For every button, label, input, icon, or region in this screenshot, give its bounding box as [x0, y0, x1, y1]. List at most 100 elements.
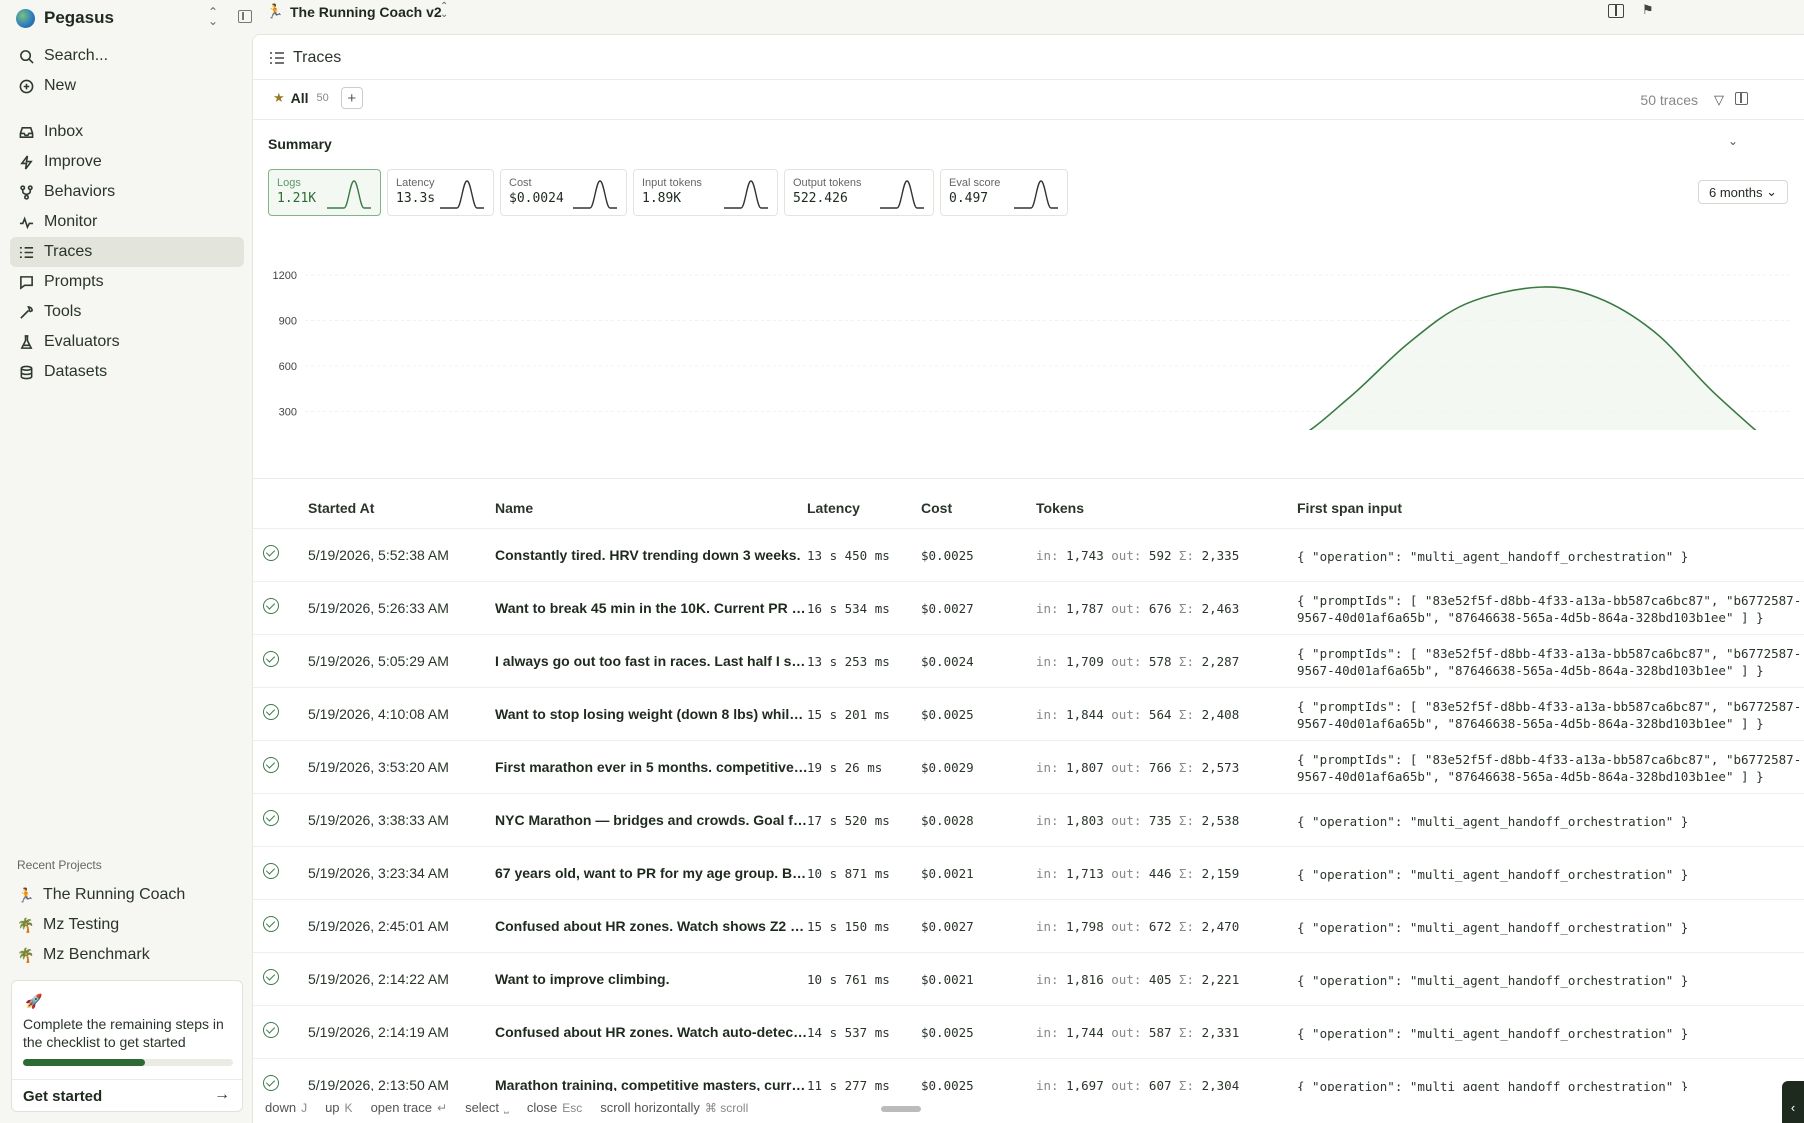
sidebar-item-label: Behaviors: [44, 183, 116, 200]
col-name[interactable]: Name: [495, 500, 533, 516]
tokens-sum: 2,159: [1201, 866, 1240, 881]
col-first-span-input[interactable]: First span input: [1297, 500, 1402, 516]
checklist-text: Complete the remaining steps in the chec…: [23, 1016, 224, 1050]
cell-tokens: in: 1,787 out: 676 Σ: 2,463: [1036, 601, 1240, 616]
filter-icon[interactable]: ▽: [1714, 92, 1724, 108]
status-check-icon: [263, 810, 279, 826]
cell-name: Confused about HR zones. Watch shows Z2 …: [495, 918, 809, 934]
panel-expand-button[interactable]: ‹: [1782, 1081, 1804, 1123]
cell-started-at: 5/19/2026, 2:14:22 AM: [308, 971, 449, 987]
recent-project-item[interactable]: 🏃 The Running Coach: [10, 881, 244, 909]
tokens-out: 405: [1148, 972, 1172, 987]
col-started-at[interactable]: Started At: [308, 500, 374, 516]
span-input-line: 9567-40d01af6a65b", "87646638-565a-4d5b-…: [1297, 716, 1764, 731]
sidebar-item-label: Inbox: [44, 123, 84, 140]
sidebar-item-label: Prompts: [44, 273, 104, 290]
cell-first-span-input: { "operation": "multi_agent_handoff_orch…: [1297, 813, 1804, 830]
inbox-icon: [18, 124, 34, 140]
sidebar-item-datasets[interactable]: Datasets: [10, 357, 244, 387]
sidebar-item-new[interactable]: New: [10, 71, 244, 101]
metric-card[interactable]: Cost $0.0024: [500, 169, 627, 216]
get-started-button[interactable]: Get started: [23, 1088, 102, 1105]
sidebar-item-improve[interactable]: Improve: [10, 147, 244, 177]
span-input-line: 9567-40d01af6a65b", "87646638-565a-4d5b-…: [1297, 610, 1764, 625]
metric-sparkline: [1014, 180, 1058, 209]
metric-card[interactable]: Latency 13.3s: [387, 169, 494, 216]
table-row[interactable]: 5/19/2026, 3:53:20 AM First marathon ever…: [253, 740, 1804, 793]
recent-project-item[interactable]: 🌴 Mz Testing: [10, 911, 244, 939]
chevron-updown-icon[interactable]: ⌃ ⌄: [206, 6, 220, 27]
sidebar-item-label: Datasets: [44, 363, 108, 380]
table-row[interactable]: 5/19/2026, 5:52:38 AM Constantly tired. H…: [253, 528, 1804, 581]
table-row[interactable]: 5/19/2026, 3:38:33 AM NYC Marathon — brid…: [253, 793, 1804, 846]
cell-cost: $0.0025: [921, 548, 974, 563]
checklist-progress: [23, 1059, 233, 1066]
table-row[interactable]: 5/19/2026, 5:05:29 AM I always go out too…: [253, 634, 1804, 687]
sidebar-item-inbox[interactable]: Inbox: [10, 117, 244, 147]
table-row[interactable]: 5/19/2026, 4:10:08 AM Want to stop losing…: [253, 687, 1804, 740]
pulse-icon: [18, 214, 34, 230]
shortcut-key: ⎵: [504, 1100, 509, 1114]
docs-book-icon[interactable]: [1608, 4, 1624, 18]
table-row[interactable]: 5/19/2026, 3:23:34 AM 67 years old, want …: [253, 846, 1804, 899]
checklist-progress-fill: [23, 1059, 145, 1066]
sidebar-item-behaviors[interactable]: Behaviors: [10, 177, 244, 207]
sidebar-item-search[interactable]: Search...: [10, 41, 244, 71]
table-row[interactable]: 5/19/2026, 5:26:33 AM Want to break 45 mi…: [253, 581, 1804, 634]
table-row[interactable]: 5/19/2026, 2:45:01 AM Confused about HR z…: [253, 899, 1804, 952]
add-view-button[interactable]: +: [340, 87, 363, 109]
sidebar-item-evaluators[interactable]: Evaluators: [10, 327, 244, 357]
tokens-out: 578: [1148, 654, 1172, 669]
flag-icon[interactable]: ⚑: [1642, 2, 1654, 18]
recent-project-item[interactable]: 🌴 Mz Benchmark: [10, 941, 244, 969]
sidebar-toggle-icon[interactable]: [238, 10, 252, 23]
workspace-switcher[interactable]: Pegasus ⌃ ⌄: [16, 4, 252, 32]
keyboard-hints: down Jup Kopen trace ↵ select ⎵ close Esc scroll…: [253, 1091, 1804, 1123]
chevron-down-icon[interactable]: ⌄: [1728, 134, 1738, 148]
table-row[interactable]: 5/19/2026, 2:14:19 AM Confused about HR z…: [253, 1005, 1804, 1058]
columns-icon[interactable]: [1735, 92, 1748, 105]
project-switcher[interactable]: The Running Coach v2: [290, 4, 442, 20]
chevron-updown-icon[interactable]: ⌃ ⌄: [440, 2, 448, 20]
col-latency[interactable]: Latency: [807, 500, 860, 516]
col-tokens[interactable]: Tokens: [1036, 500, 1084, 516]
tokens-out: 564: [1148, 707, 1172, 722]
metric-card[interactable]: Input tokens 1.89K: [633, 169, 778, 216]
cell-started-at: 5/19/2026, 5:52:38 AM: [308, 547, 449, 563]
cell-first-span-input: { "operation": "multi_agent_handoff_orch…: [1297, 972, 1804, 989]
metric-sparkline: [573, 180, 617, 209]
tokens-sum: 2,538: [1201, 813, 1240, 828]
runner-icon: 🏃: [266, 3, 284, 19]
metric-card[interactable]: Eval score 0.497: [940, 169, 1068, 216]
cell-latency: 13 s 450 ms: [807, 548, 890, 563]
metric-card[interactable]: Output tokens 522.426: [784, 169, 934, 216]
sidebar-item-tools[interactable]: Tools: [10, 297, 244, 327]
runner-icon: 🏃: [17, 886, 35, 903]
metric-sparkline: [327, 180, 371, 209]
tokens-in: 1,709: [1066, 654, 1104, 669]
sidebar-item-prompts[interactable]: Prompts: [10, 267, 244, 297]
status-check-icon: [263, 598, 279, 614]
span-input-line: { "operation": "multi_agent_handoff_orch…: [1297, 1026, 1689, 1041]
recent-projects-title: Recent Projects: [17, 858, 102, 872]
trace-count: 50 traces: [1640, 92, 1698, 108]
metric-card[interactable]: Logs 1.21K: [268, 169, 381, 216]
tab-all[interactable]: ★ All 50: [273, 90, 329, 106]
cell-started-at: 5/19/2026, 3:38:33 AM: [308, 812, 449, 828]
sidebar-item-monitor[interactable]: Monitor: [10, 207, 244, 237]
time-range-select[interactable]: 6 months ⌄: [1698, 180, 1788, 204]
recent-project-label: Mz Testing: [43, 916, 120, 933]
tokens-out: 766: [1148, 760, 1172, 775]
arrow-right-icon[interactable]: →: [214, 1086, 230, 1104]
col-cost[interactable]: Cost: [921, 500, 952, 516]
cell-latency: 16 s 534 ms: [807, 601, 890, 616]
y-tick-label: 900: [279, 316, 297, 328]
sidebar-item-traces[interactable]: Traces: [10, 237, 244, 267]
table-row[interactable]: 5/19/2026, 2:14:22 AM Want to improve cli…: [253, 952, 1804, 1005]
cell-started-at: 5/19/2026, 4:10:08 AM: [308, 706, 449, 722]
horizontal-scrollbar[interactable]: [881, 1106, 921, 1112]
sidebar-item-label: Evaluators: [44, 333, 120, 350]
divider: [253, 119, 1804, 120]
status-check-icon: [263, 704, 279, 720]
span-input-line: { "promptIds": [ "83e52f5f-d8bb-4f33-a13…: [1297, 646, 1802, 661]
